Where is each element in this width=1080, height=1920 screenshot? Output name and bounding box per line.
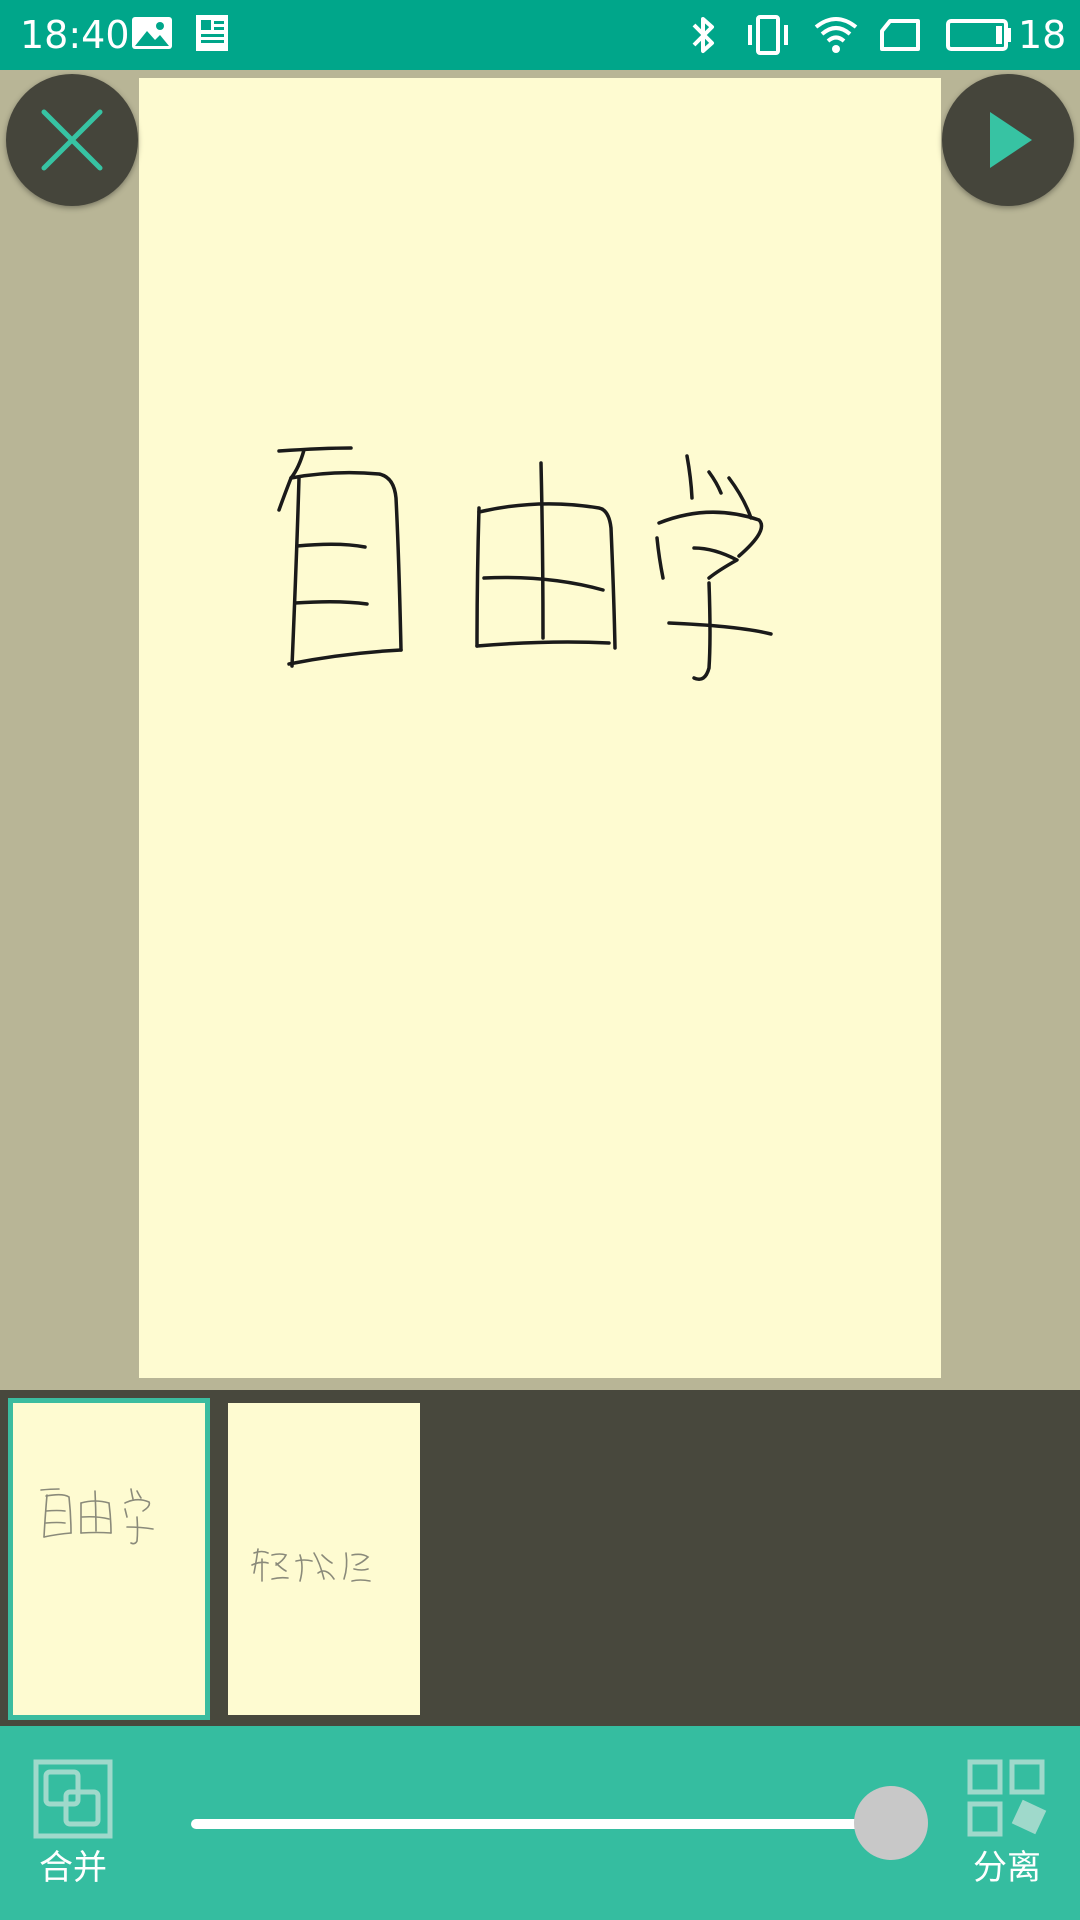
split-icon — [967, 1759, 1047, 1837]
slider-track[interactable] — [191, 1819, 891, 1829]
page-thumbnail-strip — [0, 1390, 1080, 1726]
page-canvas[interactable] — [139, 78, 941, 1378]
bluetooth-icon — [684, 13, 724, 61]
vibrate-icon — [746, 13, 790, 61]
bottom-toolbar: 合并 分离 — [0, 1726, 1080, 1920]
status-bar: 18:40 18 — [0, 0, 1080, 70]
thumbnail-handwriting — [40, 1488, 154, 1545]
page-thumbnail-1[interactable] — [8, 1398, 210, 1720]
play-icon — [990, 112, 1032, 168]
page-thumbnail-2[interactable] — [228, 1403, 420, 1715]
close-icon — [41, 109, 103, 171]
sim-icon — [878, 13, 922, 61]
status-time: 18:40 — [20, 13, 130, 57]
split-button[interactable]: 分离 — [952, 1758, 1062, 1908]
slider-thumb[interactable] — [854, 1786, 928, 1860]
news-icon — [192, 13, 232, 57]
split-label: 分离 — [973, 1848, 1041, 1888]
battery-icon — [944, 13, 1014, 61]
battery-level: 18 — [1018, 13, 1067, 57]
wifi-icon — [812, 13, 860, 61]
close-button[interactable] — [6, 74, 138, 206]
handwritten-strokes — [277, 446, 773, 681]
thumbnail-handwriting — [251, 1548, 371, 1582]
play-button[interactable] — [942, 74, 1074, 206]
merge-label: 合并 — [39, 1848, 107, 1888]
workspace — [0, 70, 1080, 1390]
merge-button[interactable]: 合并 — [18, 1758, 128, 1908]
merge-icon — [33, 1759, 113, 1839]
image-icon — [130, 13, 174, 57]
